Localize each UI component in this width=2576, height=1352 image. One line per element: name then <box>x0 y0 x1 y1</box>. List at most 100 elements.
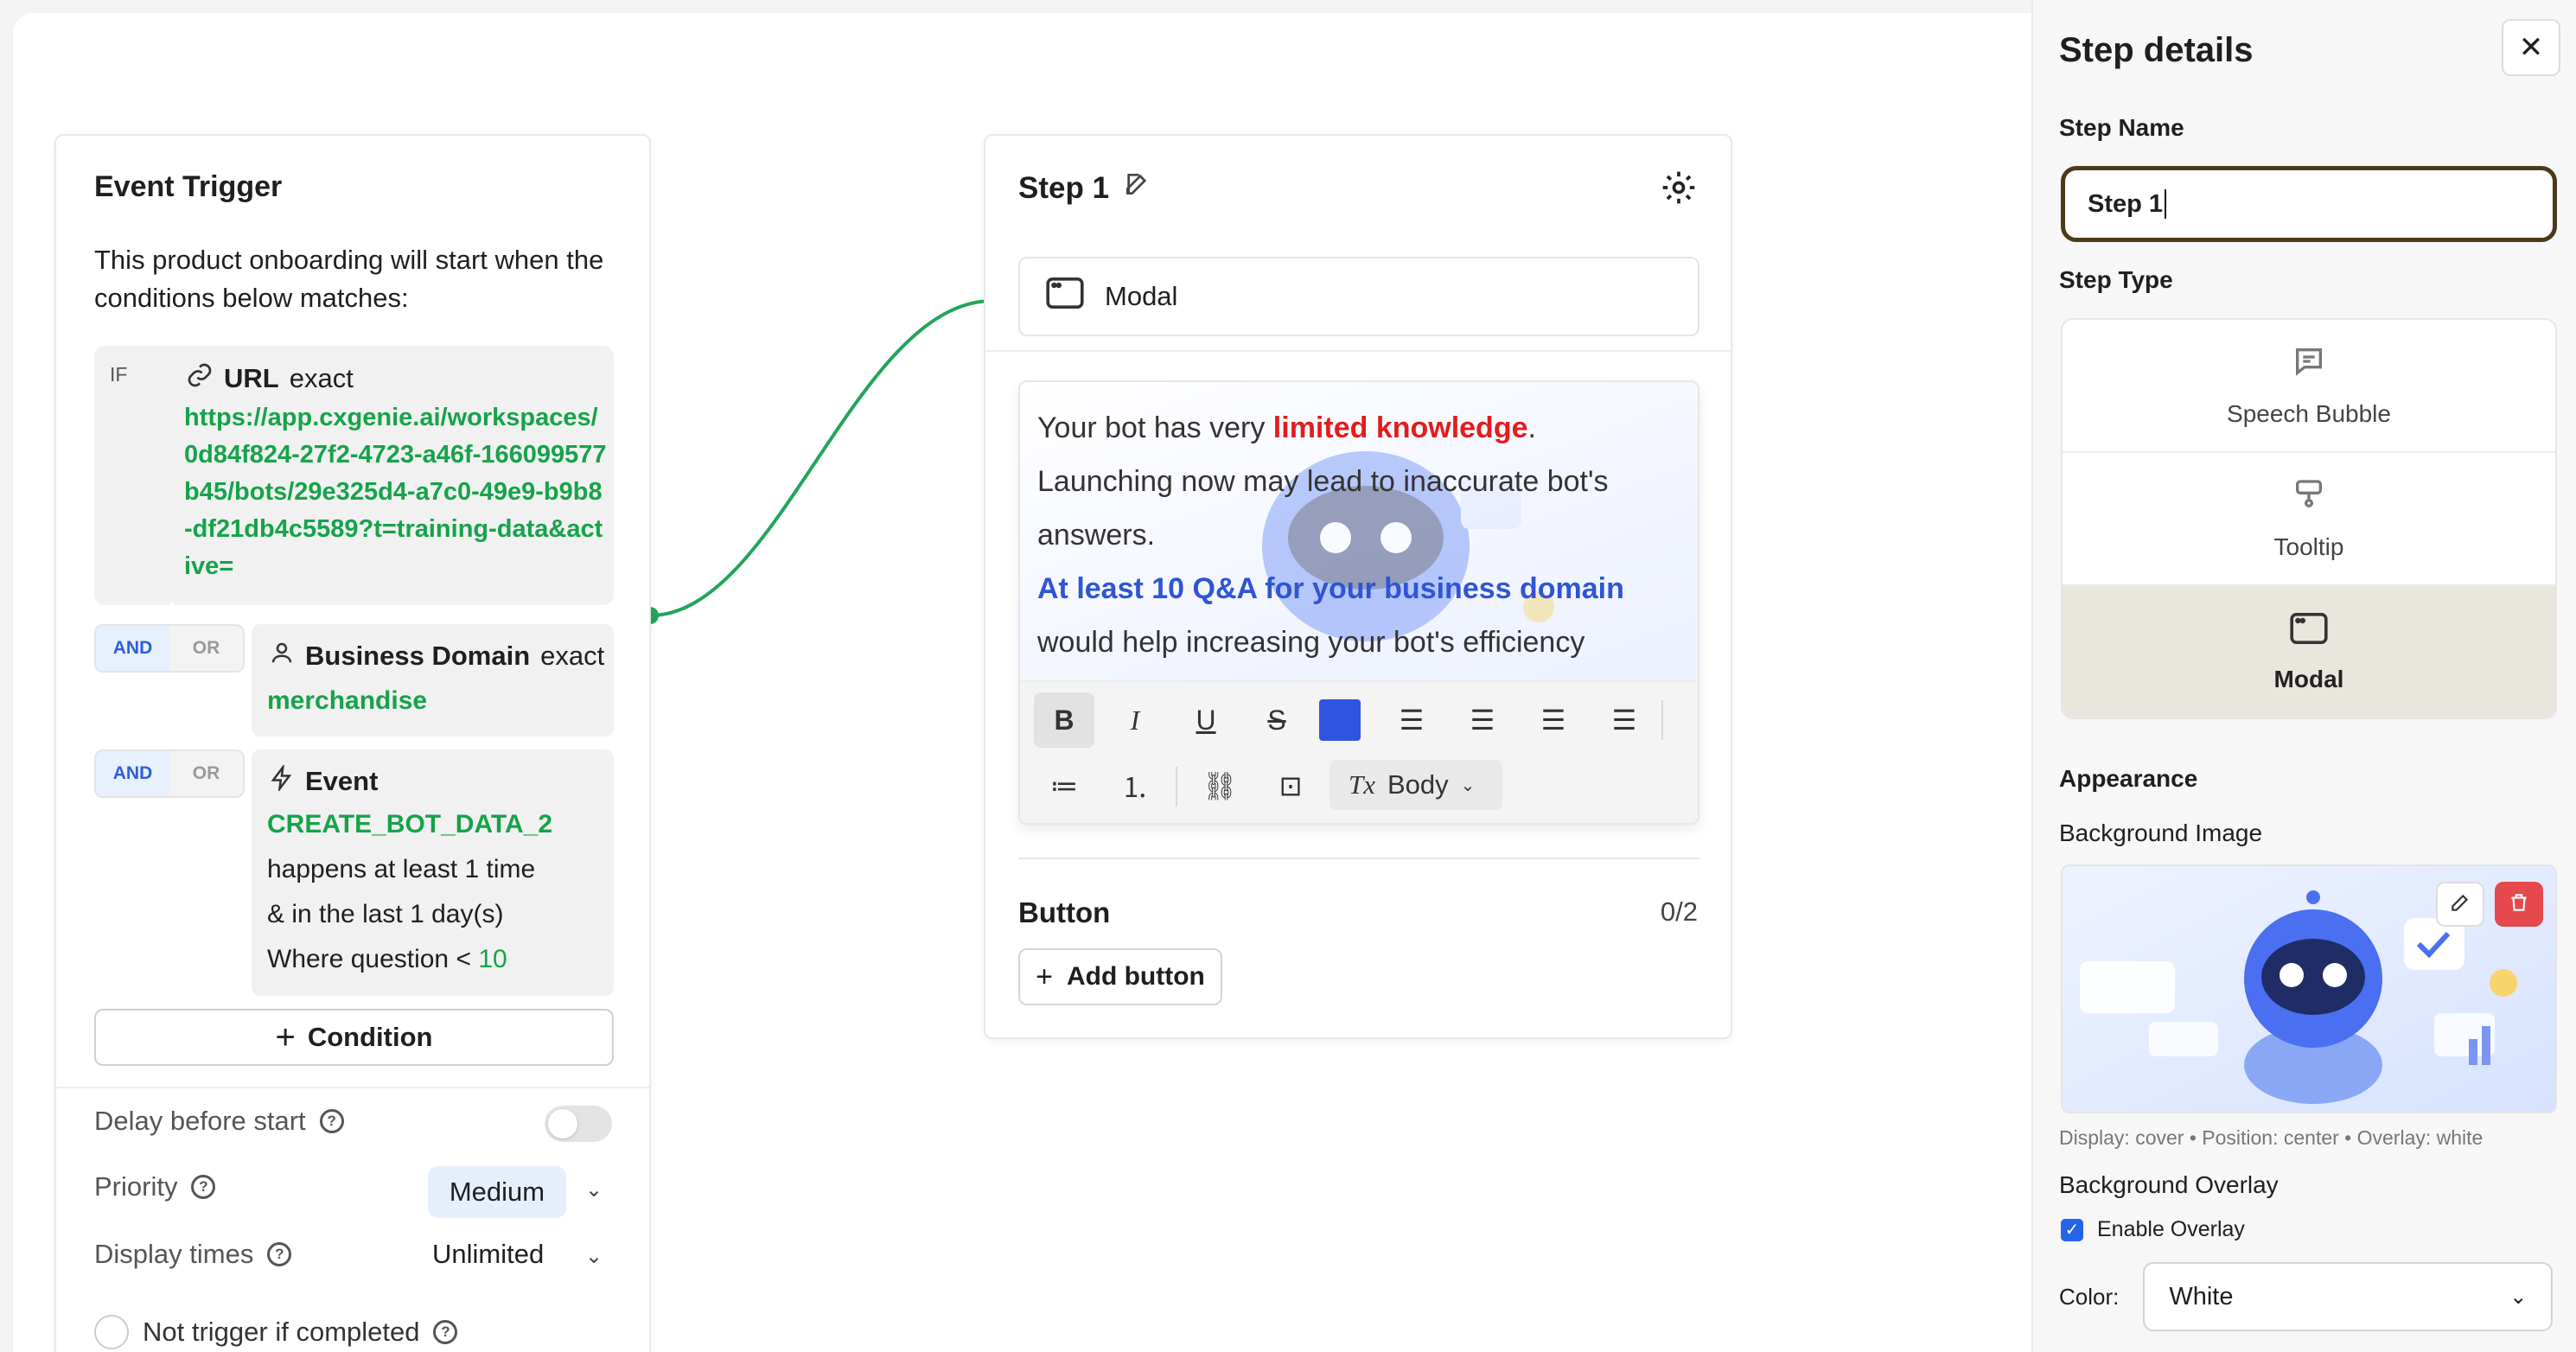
link-icon[interactable]: ⛓ <box>1189 758 1250 813</box>
underline-icon[interactable]: U <box>1176 692 1236 748</box>
step-type-label: Modal <box>1105 281 1178 311</box>
bullet-list-icon[interactable]: ≔ <box>1034 758 1094 813</box>
help-icon[interactable]: ? <box>433 1320 458 1344</box>
enable-overlay-row[interactable]: ✓ Enable Overlay <box>2061 1217 2245 1242</box>
condition-url-op: exact <box>289 363 354 393</box>
close-button[interactable]: ✕ <box>2502 19 2560 76</box>
step-type-list: Speech Bubble Tooltip Modal <box>2061 318 2557 719</box>
add-condition-button[interactable]: + Condition <box>94 1009 614 1066</box>
text-segment: Your bot has very <box>1037 411 1273 444</box>
align-center-icon[interactable]: ☰ <box>1452 692 1513 748</box>
display-times-select[interactable]: Unlimited <box>432 1239 544 1270</box>
chevron-down-icon[interactable]: ⌄ <box>585 1177 603 1202</box>
link-icon <box>186 361 214 396</box>
and-option[interactable]: AND <box>96 626 169 671</box>
trigger-title: Event Trigger <box>94 170 283 203</box>
button-section-label: Button <box>1018 896 1111 928</box>
text-color-swatch[interactable] <box>1319 699 1361 741</box>
italic-icon[interactable]: I <box>1105 692 1165 748</box>
rich-text-editor[interactable]: Your bot has very limited knowledge. Lau… <box>1018 380 1699 825</box>
toolbar-separator <box>1176 767 1177 807</box>
help-icon[interactable]: ? <box>191 1175 216 1199</box>
divider <box>985 350 1731 352</box>
logic-toggle-3[interactable]: AND OR <box>94 749 245 798</box>
type-option-tooltip[interactable]: Tooltip <box>2063 453 2555 586</box>
condition-url[interactable]: URL exact https://app.cxgenie.ai/workspa… <box>169 346 614 605</box>
text-segment: would help increasing your bot's efficie… <box>1037 626 1585 659</box>
trigger-description: This product onboarding will start when … <box>94 245 604 313</box>
type-option-modal[interactable]: Modal <box>2063 586 2555 717</box>
and-option[interactable]: AND <box>96 751 169 796</box>
lightning-icon <box>269 762 295 798</box>
tooltip-icon <box>2292 477 2326 518</box>
image-icon[interactable]: ⊡ <box>1260 758 1321 813</box>
step-name-value: Step 1 <box>2088 189 2164 218</box>
type-option-label: Modal <box>2273 665 2344 692</box>
add-button-label: Add button <box>1066 962 1205 991</box>
condition-event-label: Event <box>305 766 379 796</box>
plus-icon: + <box>1036 960 1053 993</box>
color-row: Color: White ⌄ <box>2059 1262 2554 1331</box>
close-icon: ✕ <box>2518 31 2544 64</box>
help-icon[interactable]: ? <box>319 1109 344 1133</box>
or-option[interactable]: OR <box>169 751 243 796</box>
step-card[interactable]: Step 1 Modal Your bot has very limited k… <box>984 134 1732 1039</box>
trash-icon <box>2508 891 2530 918</box>
not-trigger-label: Not trigger if completed <box>143 1317 420 1347</box>
add-button[interactable]: + Add button <box>1018 948 1222 1005</box>
step-type-box[interactable]: Modal <box>1018 257 1699 336</box>
type-option-label: Speech Bubble <box>2227 399 2391 427</box>
window-icon <box>1046 277 1084 316</box>
divider <box>1018 858 1699 859</box>
clear-format-icon: Tx <box>1349 769 1375 800</box>
condition-event-line3-value: 10 <box>478 945 507 973</box>
panel-title: Step details <box>2059 31 2254 69</box>
enable-overlay-label: Enable Overlay <box>2097 1217 2245 1241</box>
align-justify-icon[interactable]: ☰ <box>1594 692 1655 748</box>
step-name-label: Step Name <box>2059 114 2184 141</box>
step-title: Step 1 <box>1018 170 1151 206</box>
bg-meta: Display: cover • Position: center • Over… <box>2059 1126 2484 1149</box>
enable-overlay-checkbox[interactable]: ✓ <box>2061 1218 2083 1241</box>
text-segment: Launching now may lead to inaccurate bot… <box>1037 465 1609 552</box>
edit-image-button[interactable] <box>2436 882 2484 927</box>
or-option[interactable]: OR <box>169 626 243 671</box>
add-condition-label: Condition <box>307 1022 433 1052</box>
chevron-down-icon[interactable]: ⌄ <box>585 1244 603 1269</box>
align-right-icon[interactable]: ☰ <box>1523 692 1584 748</box>
text-style-select[interactable]: Tx Body ⌄ <box>1329 760 1502 810</box>
strikethrough-icon[interactable]: S <box>1247 692 1307 748</box>
align-left-icon[interactable]: ☰ <box>1381 692 1442 748</box>
priority-select[interactable]: Medium <box>428 1166 566 1218</box>
user-icon <box>269 640 295 673</box>
logic-toggle-2[interactable]: AND OR <box>94 624 245 673</box>
edit-icon[interactable] <box>1123 170 1151 206</box>
condition-event[interactable]: Event CREATE_BOT_DATA_2 happens at least… <box>252 749 614 996</box>
delay-toggle[interactable] <box>545 1106 612 1142</box>
chevron-down-icon: ⌄ <box>2509 1285 2528 1309</box>
not-trigger-radio[interactable] <box>94 1315 129 1349</box>
delete-image-button[interactable] <box>2495 882 2543 927</box>
toolbar-separator <box>1661 700 1663 740</box>
not-trigger-setting: Not trigger if completed ? <box>94 1315 458 1349</box>
bold-icon[interactable]: B <box>1034 692 1094 748</box>
condition-url-label: URL <box>224 363 279 393</box>
button-count: 0/2 <box>1660 896 1698 927</box>
priority-setting: Priority ? <box>94 1171 216 1202</box>
step-details-panel: Step details ✕ Step Name Step 1 Step Typ… <box>2031 0 2576 1352</box>
text-segment: . <box>1527 411 1536 444</box>
color-select[interactable]: White ⌄ <box>2143 1262 2554 1331</box>
gear-icon[interactable] <box>1660 169 1698 211</box>
text-highlight-red: limited knowledge <box>1272 411 1528 444</box>
condition-business-domain[interactable]: Business Domain exact merchandise <box>252 624 614 737</box>
condition-event-value: CREATE_BOT_DATA_2 <box>267 810 553 839</box>
numbered-list-icon[interactable]: ⒈ <box>1105 758 1165 813</box>
step-name-input[interactable]: Step 1 <box>2061 166 2557 242</box>
background-image-preview <box>2061 864 2557 1113</box>
editor-content[interactable]: Your bot has very limited knowledge. Lau… <box>1037 401 1694 669</box>
help-icon[interactable]: ? <box>267 1242 292 1266</box>
type-option-speech-bubble[interactable]: Speech Bubble <box>2063 320 2555 453</box>
display-times-label: Display times <box>94 1239 254 1269</box>
color-label: Color: <box>2059 1283 2120 1310</box>
step-title-text: Step 1 <box>1018 170 1110 205</box>
